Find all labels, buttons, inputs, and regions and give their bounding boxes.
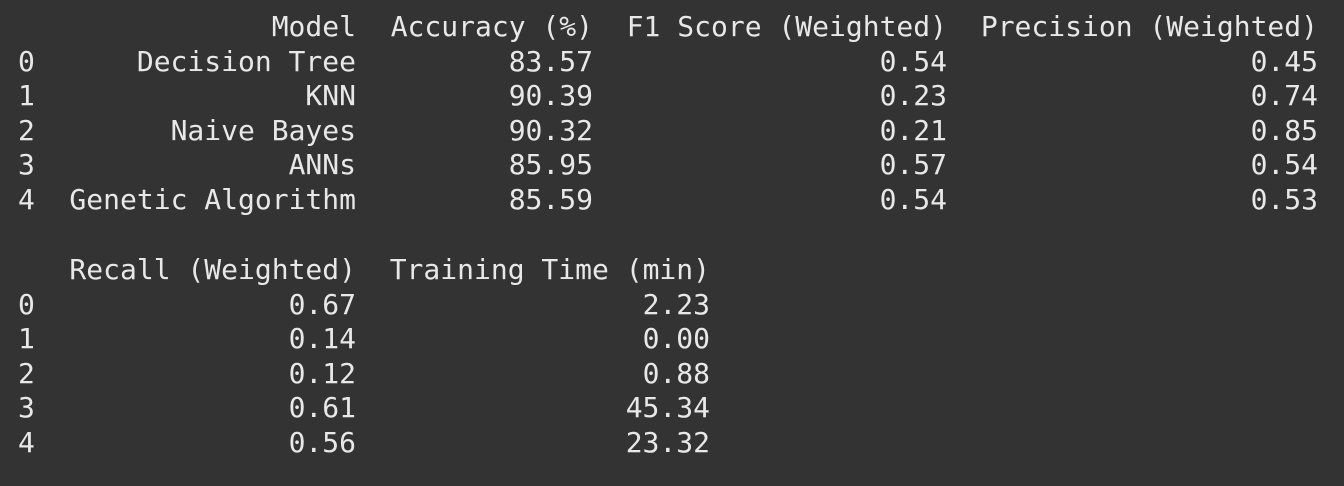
- model-cell: ANNs: [288, 148, 356, 182]
- training-time-cell: 45.34: [625, 391, 710, 425]
- index-header: [18, 10, 58, 45]
- recall-cell: 0.14: [288, 322, 356, 356]
- index-header: [18, 253, 58, 288]
- dataframe-block-2: Recall (Weighted) Training Time (min) 0 …: [18, 253, 710, 461]
- training-time-cell: 23.32: [625, 425, 710, 459]
- recall-cell: 0.61: [288, 391, 356, 425]
- recall-cell: 0.12: [288, 356, 356, 390]
- f1-cell: 0.23: [879, 79, 947, 113]
- f1-cell: 0.21: [879, 113, 947, 147]
- accuracy-cell: 90.32: [508, 113, 593, 147]
- precision-cell: 0.74: [1250, 79, 1318, 113]
- precision-cell: 0.85: [1250, 113, 1318, 147]
- f1-cell: 0.57: [879, 148, 947, 182]
- column-header-model: Model: [271, 10, 356, 43]
- table-row: 1 KNN 90.39 0.23 0.74: [18, 79, 1318, 114]
- model-cell: Decision Tree: [136, 44, 356, 78]
- accuracy-cell: 83.57: [508, 44, 593, 78]
- row-index: 3: [18, 148, 35, 182]
- row-index: 0: [18, 287, 35, 321]
- header-row: Recall (Weighted) Training Time (min): [18, 253, 710, 288]
- model-cell: Genetic Algorithm: [69, 182, 356, 216]
- row-index: 0: [18, 44, 35, 78]
- header-row: Model Accuracy (%) F1 Score (Weighted) P…: [18, 10, 1318, 45]
- training-time-cell: 2.23: [642, 287, 710, 321]
- table-row: 0 0.67 2.23: [18, 288, 710, 323]
- row-index: 1: [18, 79, 35, 113]
- table-row: 4 0.56 23.32: [18, 426, 710, 461]
- model-cell: KNN: [305, 79, 356, 113]
- row-index: 1: [18, 322, 35, 356]
- row-index: 2: [18, 356, 35, 390]
- recall-cell: 0.56: [288, 425, 356, 459]
- column-header-f1: F1 Score (Weighted): [626, 10, 947, 43]
- accuracy-cell: 85.59: [508, 182, 593, 216]
- column-header-training-time: Training Time (min): [389, 253, 710, 286]
- console-output: Model Accuracy (%) F1 Score (Weighted) P…: [0, 0, 1344, 486]
- f1-cell: 0.54: [879, 44, 947, 78]
- table-row: 2 0.12 0.88: [18, 357, 710, 392]
- accuracy-cell: 85.95: [508, 148, 593, 182]
- recall-cell: 0.67: [288, 287, 356, 321]
- precision-cell: 0.54: [1250, 148, 1318, 182]
- column-header-accuracy: Accuracy (%): [390, 10, 593, 43]
- model-cell: Naive Bayes: [170, 113, 356, 147]
- results-table-1: Model Accuracy (%) F1 Score (Weighted) P…: [18, 10, 1318, 218]
- precision-cell: 0.53: [1250, 182, 1318, 216]
- row-index: 4: [18, 425, 35, 459]
- table-row: 2 Naive Bayes 90.32 0.21 0.85: [18, 114, 1318, 149]
- column-header-recall: Recall (Weighted): [69, 253, 356, 286]
- f1-cell: 0.54: [879, 182, 947, 216]
- results-table-2: Recall (Weighted) Training Time (min) 0 …: [18, 253, 710, 461]
- row-index: 4: [18, 182, 35, 216]
- table-row: 1 0.14 0.00: [18, 322, 710, 357]
- table-row: 0 Decision Tree 83.57 0.54 0.45: [18, 45, 1318, 80]
- row-index: 3: [18, 391, 35, 425]
- row-index: 2: [18, 113, 35, 147]
- dataframe-block-1: Model Accuracy (%) F1 Score (Weighted) P…: [18, 10, 1318, 218]
- accuracy-cell: 90.39: [508, 79, 593, 113]
- column-header-precision: Precision (Weighted): [980, 10, 1318, 43]
- precision-cell: 0.45: [1250, 44, 1318, 78]
- training-time-cell: 0.00: [642, 322, 710, 356]
- table-row: 4 Genetic Algorithm 85.59 0.54 0.53: [18, 183, 1318, 218]
- table-row: 3 ANNs 85.95 0.57 0.54: [18, 148, 1318, 183]
- table-row: 3 0.61 45.34: [18, 391, 710, 426]
- training-time-cell: 0.88: [642, 356, 710, 390]
